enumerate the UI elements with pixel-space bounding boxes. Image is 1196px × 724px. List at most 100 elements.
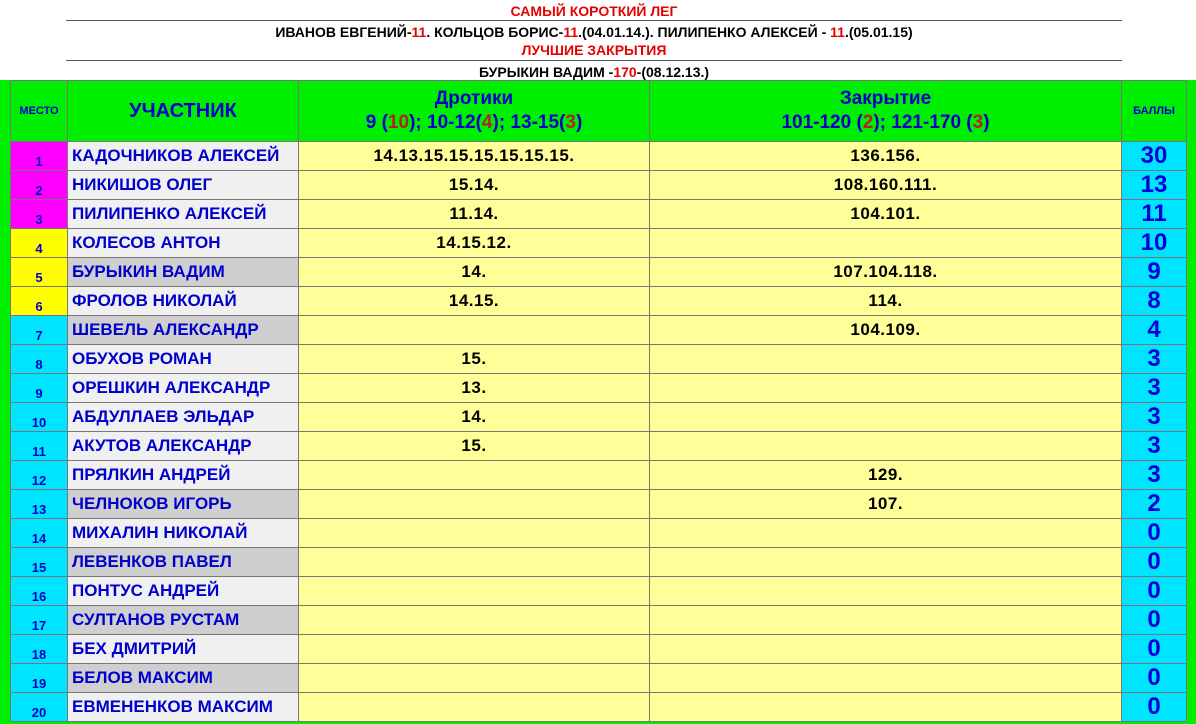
closing-results <box>649 605 1122 635</box>
participant-name: БУРЫКИН ВАДИМ <box>67 257 299 287</box>
closing-results <box>649 431 1122 461</box>
participant-name: ПИЛИПЕНКО АЛЕКСЕЙ <box>67 199 299 229</box>
text-segment: 2 <box>862 112 874 133</box>
text-segment: . КОЛЬЦОВ БОРИС- <box>426 24 564 40</box>
place-cell: 17 <box>10 605 68 635</box>
closing-results: 129. <box>649 460 1122 490</box>
place-cell: 15 <box>10 547 68 577</box>
divider <box>66 20 1122 21</box>
table-row: 10 АБДУЛЛАЕВ ЭЛЬДАР 14. 3 <box>10 402 1187 432</box>
text-segment: ); 10-12( <box>409 112 482 133</box>
place-cell: 6 <box>10 286 68 316</box>
darts-results: 15. <box>298 431 650 461</box>
closing-results <box>649 692 1122 722</box>
text-segment: ) <box>983 112 990 133</box>
participant-name: СУЛТАНОВ РУСТАМ <box>67 605 299 635</box>
darts-results: 14. <box>298 257 650 287</box>
darts-results: 14.15. <box>298 286 650 316</box>
darts-results <box>298 547 650 577</box>
closing-results: 107. <box>649 489 1122 519</box>
text-segment: 4 <box>481 112 493 133</box>
closing-results: 104.109. <box>649 315 1122 345</box>
participant-name: ЕВМЕНЕНКОВ МАКСИМ <box>67 692 299 722</box>
text-segment: 3 <box>565 112 576 133</box>
participant-name: НИКИШОВ ОЛЕГ <box>67 170 299 200</box>
closing-scoring: 101-120 (2); 121-170 (3) <box>650 111 1121 135</box>
participant-name: КОЛЕСОВ АНТОН <box>67 228 299 258</box>
text-segment: 11 <box>563 24 579 40</box>
table-row: 8 ОБУХОВ РОМАН 15. 3 <box>10 344 1187 374</box>
closing-results <box>649 518 1122 548</box>
place-cell: 14 <box>10 518 68 548</box>
darts-results: 14. <box>298 402 650 432</box>
table-row: 4 КОЛЕСОВ АНТОН 14.15.12. 10 <box>10 228 1187 258</box>
darts-results <box>298 605 650 635</box>
shortest-leg-title: САМЫЙ КОРОТКИЙ ЛЕГ <box>510 3 678 19</box>
darts-results: 14.13.15.15.15.15.15.15. <box>298 141 650 171</box>
place-cell: 7 <box>10 315 68 345</box>
points-cell: 30 <box>1121 141 1187 171</box>
text-segment: ИВАНОВ ЕВГЕНИЙ- <box>275 24 412 40</box>
participant-name: БЕЛОВ МАКСИМ <box>67 663 299 693</box>
text-segment: 3 <box>972 112 984 133</box>
darts-results <box>298 518 650 548</box>
text-segment: .(05.01.15) <box>844 24 913 40</box>
place-cell: 12 <box>10 460 68 490</box>
text-segment: ); 121-170 ( <box>873 112 973 133</box>
table-row: 6 ФРОЛОВ НИКОЛАЙ 14.15. 114. 8 <box>10 286 1187 316</box>
place-cell: 16 <box>10 576 68 606</box>
participant-name: АКУТОВ АЛЕКСАНДР <box>67 431 299 461</box>
points-cell: 0 <box>1121 692 1187 722</box>
text-segment: 10 <box>387 112 410 133</box>
table-row: 9 ОРЕШКИН АЛЕКСАНДР 13. 3 <box>10 373 1187 403</box>
best-closing-record: БУРЫКИН ВАДИМ -170-(08.12.13.) <box>66 63 1122 81</box>
participant-name: ШЕВЕЛЬ АЛЕКСАНДР <box>67 315 299 345</box>
darts-results <box>298 692 650 722</box>
points-cell: 0 <box>1121 518 1187 548</box>
table-row: 3 ПИЛИПЕНКО АЛЕКСЕЙ 11.14. 104.101. 11 <box>10 199 1187 229</box>
closing-results: 108.160.111. <box>649 170 1122 200</box>
place-cell: 10 <box>10 402 68 432</box>
points-cell: 4 <box>1121 315 1187 345</box>
darts-title: Дротики <box>434 88 514 109</box>
column-header-points: БАЛЛЫ <box>1121 80 1187 142</box>
participant-name: ФРОЛОВ НИКОЛАЙ <box>67 286 299 316</box>
place-cell: 1 <box>10 141 68 171</box>
closing-results: 136.156. <box>649 141 1122 171</box>
closing-results: 114. <box>649 286 1122 316</box>
points-cell: 3 <box>1121 373 1187 403</box>
table-row: 14 МИХАЛИН НИКОЛАЙ 0 <box>10 518 1187 548</box>
points-cell: 3 <box>1121 344 1187 374</box>
participant-name: ПОНТУС АНДРЕЙ <box>67 576 299 606</box>
text-segment: .(04.01.14.). ПИЛИПЕНКО АЛЕКСЕЙ - <box>578 24 831 40</box>
text-segment: ) <box>575 112 583 133</box>
text-segment: 170 <box>613 64 637 80</box>
closing-results <box>649 547 1122 577</box>
participant-name: ПРЯЛКИН АНДРЕЙ <box>67 460 299 490</box>
points-cell: 0 <box>1121 547 1187 577</box>
table-row: 2 НИКИШОВ ОЛЕГ 15.14. 108.160.111. 13 <box>10 170 1187 200</box>
table-row: 17 СУЛТАНОВ РУСТАМ 0 <box>10 605 1187 635</box>
darts-results <box>298 315 650 345</box>
best-closings-title: ЛУЧШИЕ ЗАКРЫТИЯ <box>521 42 667 58</box>
table-row: 11 АКУТОВ АЛЕКСАНДР 15. 3 <box>10 431 1187 461</box>
closing-results: 107.104.118. <box>649 257 1122 287</box>
darts-results <box>298 663 650 693</box>
closing-results <box>649 576 1122 606</box>
table-row: 16 ПОНТУС АНДРЕЙ 0 <box>10 576 1187 606</box>
place-cell: 4 <box>10 228 68 258</box>
column-header-participant: УЧАСТНИК <box>67 80 299 142</box>
place-cell: 11 <box>10 431 68 461</box>
table-row: 1 КАДОЧНИКОВ АЛЕКСЕЙ 14.13.15.15.15.15.15.… <box>10 141 1187 171</box>
closing-results <box>649 373 1122 403</box>
table-header-row: МЕСТО УЧАСТНИК Дротики 9 (10); 10-12(4);… <box>10 80 1187 142</box>
points-cell: 3 <box>1121 460 1187 490</box>
table-row: 15 ЛЕВЕНКОВ ПАВЕЛ 0 <box>10 547 1187 577</box>
darts-results: 11.14. <box>298 199 650 229</box>
table-row: 20 ЕВМЕНЕНКОВ МАКСИМ 0 <box>10 692 1187 722</box>
closing-results <box>649 634 1122 664</box>
place-cell: 8 <box>10 344 68 374</box>
participant-name: ОБУХОВ РОМАН <box>67 344 299 374</box>
table-row: 5 БУРЫКИН ВАДИМ 14. 107.104.118. 9 <box>10 257 1187 287</box>
table-row: 19 БЕЛОВ МАКСИМ 0 <box>10 663 1187 693</box>
